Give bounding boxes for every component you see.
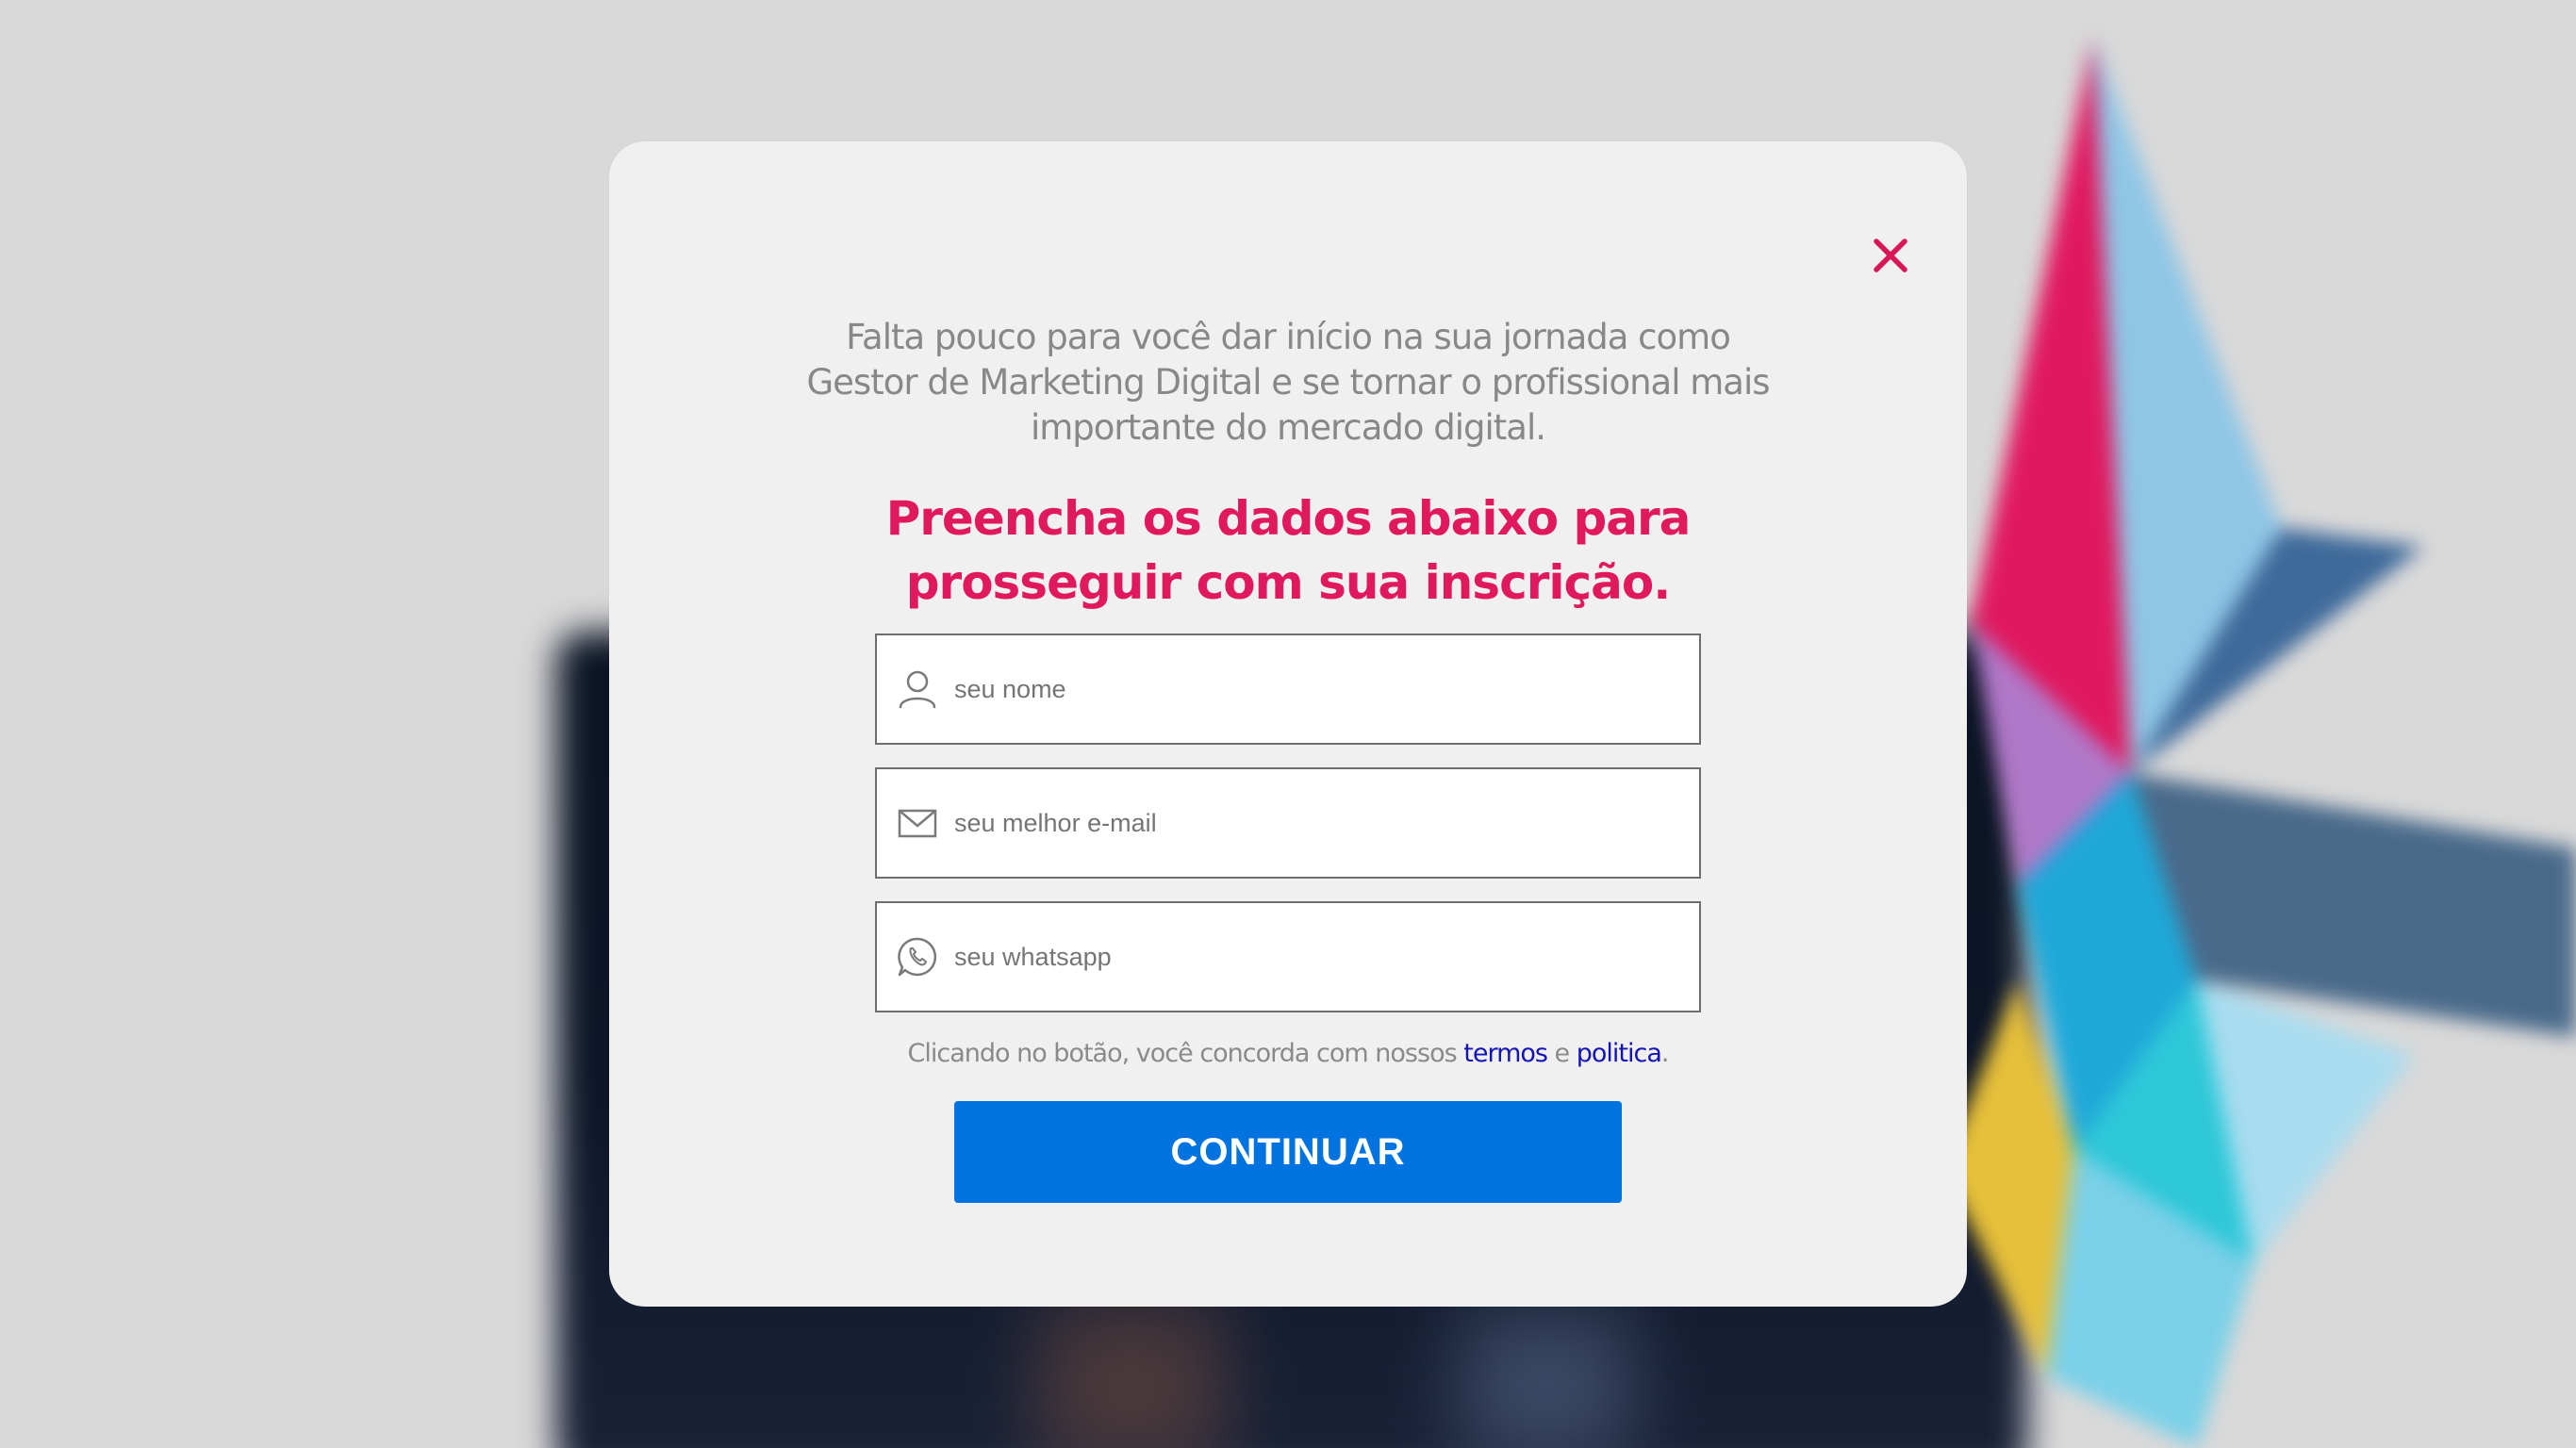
- name-field[interactable]: [875, 634, 1701, 745]
- whatsapp-input[interactable]: [954, 903, 1680, 1011]
- form-headline: Preencha os dados abaixo para prosseguir…: [885, 491, 1692, 610]
- user-icon: [896, 667, 939, 711]
- whatsapp-icon: [896, 935, 939, 979]
- background-glow-secondary: [1461, 1310, 1631, 1448]
- email-field[interactable]: [875, 767, 1701, 879]
- consent-conjunction: e: [1546, 1039, 1577, 1068]
- whatsapp-field[interactable]: [875, 901, 1701, 1012]
- email-input[interactable]: [954, 769, 1680, 877]
- background-glow: [1037, 1301, 1226, 1448]
- envelope-icon: [896, 801, 939, 845]
- continue-button[interactable]: CONTINUAR: [954, 1101, 1622, 1203]
- signup-modal: Falta pouco para você dar início na sua …: [609, 141, 1967, 1307]
- close-button[interactable]: [1858, 222, 1924, 288]
- intro-text: Falta pouco para você dar início na sua …: [806, 317, 1770, 448]
- name-input[interactable]: [954, 635, 1680, 743]
- consent-text: Clicando no botão, você concorda com nos…: [798, 1039, 1778, 1068]
- policy-link[interactable]: politica: [1577, 1039, 1662, 1068]
- consent-prefix: Clicando no botão, você concorda com nos…: [907, 1039, 1464, 1068]
- background-colorful-star-graphic: [1942, 38, 2576, 1448]
- consent-suffix: .: [1660, 1039, 1670, 1068]
- terms-link[interactable]: termos: [1463, 1039, 1548, 1068]
- close-x-icon: [1874, 239, 1907, 272]
